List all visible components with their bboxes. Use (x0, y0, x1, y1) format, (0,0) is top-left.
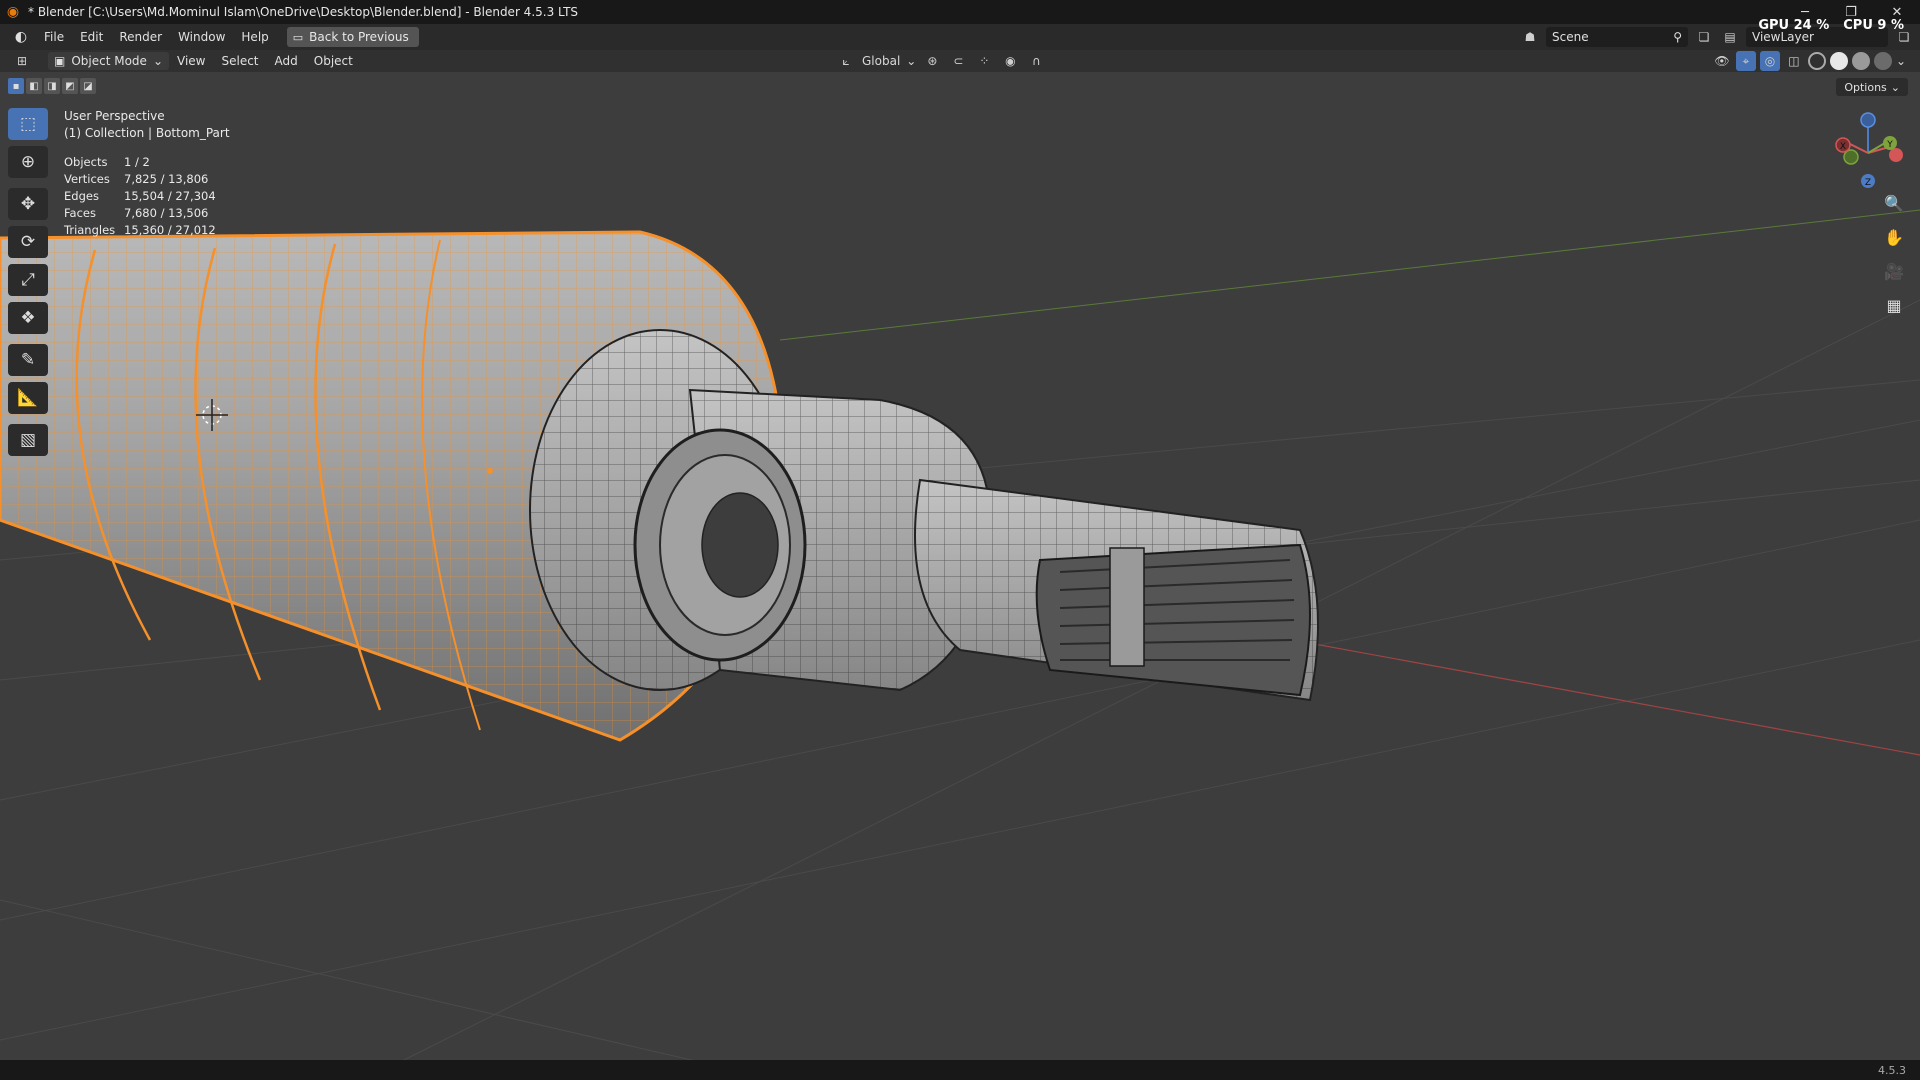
perspective-label: User Perspective (64, 109, 165, 123)
status-bar: 4.5.3 (0, 1060, 1920, 1080)
gizmo-x-label: X (1840, 142, 1846, 152)
collection-label: (1) Collection | Bottom_Part (64, 126, 230, 140)
pan-hand-icon[interactable]: ✋ (1880, 224, 1908, 250)
cpu-usage: CPU 9 % (1843, 18, 1904, 33)
menu-window[interactable]: Window (170, 26, 233, 48)
performance-overlay: GPU 24 % CPU 9 % (1758, 18, 1904, 33)
chevron-down-icon: ⌄ (152, 54, 163, 68)
version-label: 4.5.3 (1878, 1064, 1906, 1077)
stat-label: Objects (64, 155, 108, 169)
xray-icon[interactable]: ◫ (1784, 51, 1804, 71)
stat-value: 7,825 / 13,806 (124, 172, 209, 186)
snap-target-icon[interactable]: ⁘ (974, 51, 994, 71)
stat-value: 15,504 / 27,304 (124, 189, 216, 203)
overlay-toggle-icon[interactable]: ◎ (1759, 51, 1780, 71)
gizmo-x[interactable] (1889, 148, 1903, 162)
window-titlebar: ◉ * Blender [C:\Users\Md.Mominul Islam\O… (0, 0, 1920, 24)
rendered-shading-icon[interactable] (1873, 52, 1892, 70)
view-layer-icon[interactable]: ▤ (1720, 27, 1740, 47)
cursor-icon[interactable]: ⊕ (8, 146, 48, 178)
grid-view-icon[interactable]: ▦ (1880, 292, 1908, 318)
mode-label: Object Mode (71, 54, 147, 68)
pin-icon[interactable]: ⚲ (1673, 30, 1682, 44)
menu-render[interactable]: Render (111, 26, 170, 48)
mode-selector[interactable]: ▣ Object Mode ⌄ (48, 52, 169, 70)
falloff-icon[interactable]: ∩ (1026, 51, 1046, 71)
stat-label: Faces (64, 206, 96, 220)
gizmo-z-label: Z (1865, 178, 1871, 188)
back-to-previous-button[interactable]: ▭ Back to Previous (286, 27, 419, 47)
object-mode-icon: ▣ (54, 54, 66, 68)
unselected-object-connector[interactable] (529, 329, 1319, 702)
solid-shading-icon[interactable] (1829, 52, 1848, 70)
stat-value: 15,360 / 27,012 (124, 223, 216, 237)
new-scene-icon[interactable]: ❏ (1694, 27, 1714, 47)
scene-icon[interactable]: ☗ (1520, 27, 1540, 47)
chevron-down-icon: ⌄ (906, 54, 917, 68)
chevron-down-icon[interactable]: ⌄ (1896, 54, 1906, 68)
menu-file[interactable]: File (36, 26, 72, 48)
scene-selector[interactable]: Scene ⚲ (1546, 27, 1688, 47)
stat-row: Vertices 7,825 / 13,806 (64, 171, 216, 188)
stat-row: Faces 7,680 / 13,506 (64, 205, 216, 222)
scene-statistics: Objects 1 / 2 Vertices 7,825 / 13,806 Edge… (64, 154, 216, 239)
gizmo-toggle-icon[interactable]: ⌖ (1735, 51, 1756, 71)
select-box-icon[interactable]: ⬚ (8, 108, 48, 140)
y-axis-line (779, 209, 1920, 341)
pivot-point-icon[interactable]: ⊛ (922, 51, 942, 71)
object-origin (487, 468, 493, 474)
move-icon[interactable]: ✥ (8, 188, 48, 220)
menu-edit[interactable]: Edit (72, 26, 111, 48)
snap-icon[interactable]: ⊂ (948, 51, 968, 71)
stat-row: Objects 1 / 2 (64, 154, 216, 171)
screen-back-icon: ▭ (292, 30, 304, 44)
back-to-previous-label: Back to Previous (309, 30, 409, 44)
menu-object[interactable]: Object (306, 54, 361, 68)
menu-select[interactable]: Select (213, 54, 266, 68)
viewport-display-tools: 👁 ⌖ ◎ ◫ ⌄ (1712, 50, 1906, 72)
menu-add[interactable]: Add (267, 54, 306, 68)
wireframe-shading-icon[interactable] (1807, 52, 1826, 70)
add-cube-icon[interactable]: ▧ (8, 424, 48, 456)
measure-icon[interactable]: 📐 (8, 382, 48, 414)
navigation-gizmo[interactable]: X Y Z (1835, 112, 1903, 188)
stat-row: Edges 15,504 / 27,304 (64, 188, 216, 205)
stat-label: Edges (64, 189, 99, 203)
annotate-icon[interactable]: ✎ (8, 344, 48, 376)
menu-view[interactable]: View (169, 54, 213, 68)
editor-type-icon[interactable]: ⊞ (12, 51, 32, 71)
transform-orientation[interactable]: Global (862, 54, 900, 68)
camera-icon[interactable]: 🎥 (1880, 258, 1908, 284)
gpu-usage: GPU 24 % (1758, 18, 1830, 33)
tool-shelf: ⬚ ⊕ ✥ ⟳ ⤢ ❖ ✎ 📐 ▧ (8, 108, 48, 456)
blender-menu-icon[interactable]: ◐ (10, 26, 32, 48)
transform-icon[interactable]: ❖ (8, 302, 48, 334)
gizmo-neg-z[interactable] (1860, 112, 1876, 128)
visibility-icon[interactable]: 👁 (1712, 51, 1732, 71)
3d-viewport[interactable]: X Y Z (0, 72, 1920, 1062)
gizmo-y-label: Y (1886, 140, 1893, 150)
rotate-icon[interactable]: ⟳ (8, 226, 48, 258)
stat-value: 7,680 / 13,506 (124, 206, 209, 220)
scale-icon[interactable]: ⤢ (8, 264, 48, 296)
zoom-icon[interactable]: 🔍 (1880, 190, 1908, 216)
proportional-edit-icon[interactable]: ◉ (1000, 51, 1020, 71)
viewport-navigation: 🔍 ✋ 🎥 ▦ (1880, 190, 1908, 318)
material-shading-icon[interactable] (1851, 52, 1870, 70)
transform-tools: ⟀ Global ⌄ ⊛ ⊂ ⁘ ◉ ∩ (836, 50, 1046, 72)
stat-row: Triangles 15,360 / 27,012 (64, 222, 216, 239)
window-title: * Blender [C:\Users\Md.Mominul Islam\One… (28, 5, 579, 19)
stat-label: Vertices (64, 172, 110, 186)
blender-logo-icon: ◉ (6, 4, 20, 20)
orientation-icon: ⟀ (842, 53, 850, 68)
viewport-info: User Perspective (1) Collection | Bottom… (64, 108, 230, 142)
stat-value: 1 / 2 (124, 155, 150, 169)
stat-label: Triangles (64, 223, 116, 237)
menu-help[interactable]: Help (233, 26, 276, 48)
scene-name: Scene (1552, 30, 1589, 44)
